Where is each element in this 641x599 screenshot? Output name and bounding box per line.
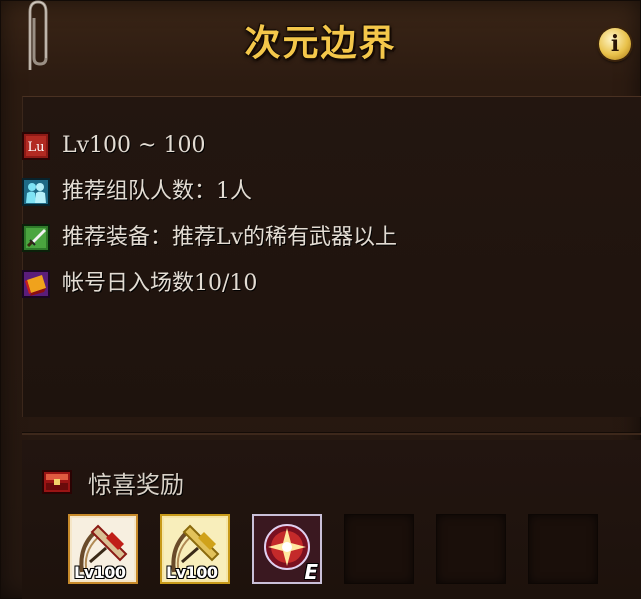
requirement-equipment: 推荐装备：推荐Lv的稀有武器以上 (22, 222, 397, 254)
daily-entries-text: 帐号日入场数10/10 (62, 271, 258, 296)
party-icon (22, 178, 50, 206)
reward-slot-4-empty (344, 514, 414, 584)
rewards-title: 惊喜奖励 (88, 470, 184, 499)
equipment-text: 推荐装备：推荐Lv的稀有武器以上 (62, 225, 398, 250)
requirement-party: 推荐组队人数：1人 (22, 176, 252, 208)
reward-slot-5-empty (436, 514, 506, 584)
reward-level-label: Lv100 (166, 563, 218, 582)
reward-slot-6-empty (528, 514, 598, 584)
party-size-text: 推荐组队人数：1人 (62, 179, 252, 204)
treasure-chest-icon (42, 470, 72, 494)
level-range-text: Lv100 ~ 100 (62, 133, 206, 158)
reward-slot-1[interactable]: Lv100 (68, 514, 138, 584)
requirement-level: Lu Lv100 ~ 100 (22, 130, 205, 162)
level-icon: Lu (22, 132, 50, 160)
window-title: 次元边界 (244, 22, 397, 64)
requirement-entries: 帐号日入场数10/10 (22, 268, 257, 300)
reward-slot-3[interactable]: E (252, 514, 322, 584)
reward-slot-2[interactable]: Lv100 (160, 514, 230, 584)
reward-grade-label: E (304, 560, 318, 584)
svg-text:Lu: Lu (27, 140, 44, 155)
info-button[interactable]: i (599, 28, 631, 60)
ticket-icon (22, 270, 50, 298)
section-divider (22, 432, 641, 435)
reward-level-label: Lv100 (74, 563, 126, 582)
rewards-header: 惊喜奖励 (42, 466, 184, 499)
sword-icon (22, 224, 50, 252)
